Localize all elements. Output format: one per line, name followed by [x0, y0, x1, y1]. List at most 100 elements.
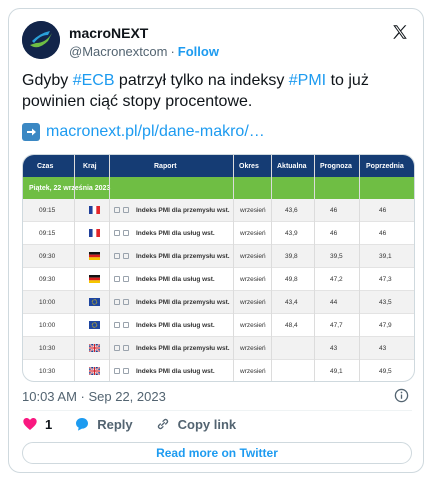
row-forecast: 44	[330, 299, 338, 306]
date-bar: Piątek, 22 września 2023	[23, 177, 414, 199]
author-handle-row: @Macronextcom · Follow	[69, 44, 219, 59]
row-forecast: 43	[330, 345, 338, 352]
link-icon	[157, 418, 168, 430]
row-icons	[114, 253, 129, 259]
col-forecast: Prognoza	[320, 163, 352, 170]
row-actual: 48,4	[285, 322, 298, 329]
table-row: 10:00 Indeks PMI dla przemysłu wst. wrzesi…	[23, 291, 414, 314]
macronext-logo-icon	[22, 21, 60, 59]
row-report: Indeks PMI dla usług wst.	[136, 276, 215, 283]
col-report: Raport	[154, 163, 177, 170]
tweet-text-part2: patrzył tylko na indeksy	[114, 72, 289, 89]
table-row: 09:30 Indeks PMI dla przemysłu wst. wrzesi…	[23, 245, 414, 268]
info-icon[interactable]	[394, 388, 409, 403]
row-forecast: 46	[330, 230, 338, 237]
germany-flag-icon	[89, 275, 100, 283]
row-period: wrzesień	[240, 230, 266, 237]
row-previous: 43,5	[379, 299, 392, 306]
chart-icon	[123, 253, 129, 259]
row-period: wrzesień	[240, 368, 266, 375]
row-previous: 47,3	[379, 276, 392, 283]
row-report: Indeks PMI dla przemysłu wst.	[136, 253, 230, 260]
hashtag-ecb[interactable]: #ECB	[73, 72, 115, 89]
author-name[interactable]: macroNEXT	[69, 25, 148, 41]
divider	[271, 155, 272, 381]
row-actual: 43,6	[285, 207, 298, 214]
separator-dot: ·	[170, 44, 175, 59]
link-row: macronext.pl/pl/dane-makro/…	[22, 123, 265, 141]
follow-button[interactable]: Follow	[178, 44, 219, 59]
hashtag-pmi[interactable]: #PMI	[289, 72, 326, 89]
row-forecast: 46	[330, 207, 338, 214]
row-previous: 39,1	[379, 253, 392, 260]
col-period: Okres	[239, 163, 259, 170]
row-actual: 39,8	[285, 253, 298, 260]
calendar-icon	[114, 276, 120, 282]
row-time: 10:00	[39, 299, 56, 306]
calendar-icon	[114, 253, 120, 259]
row-period: wrzesień	[240, 207, 266, 214]
row-time: 09:30	[39, 276, 56, 283]
row-icons	[114, 368, 129, 374]
reply-button[interactable]: Reply	[74, 416, 133, 432]
row-report: Indeks PMI dla przemysłu wst.	[136, 207, 230, 214]
chart-icon	[123, 207, 129, 213]
row-forecast: 47,2	[330, 276, 343, 283]
row-report: Indeks PMI dla przemysłu wst.	[136, 299, 230, 306]
row-period: wrzesień	[240, 253, 266, 260]
row-icons	[114, 322, 129, 328]
table-image[interactable]: Czas Kraj Raport Okres Aktualna Prognoza…	[22, 154, 415, 382]
row-previous: 46	[379, 207, 387, 214]
tweet-timestamp[interactable]: 10:03 AM · Sep 22, 2023	[22, 389, 166, 404]
row-time: 10:00	[39, 322, 56, 329]
row-time: 09:15	[39, 230, 56, 237]
calendar-icon	[114, 207, 120, 213]
action-bar: 1 Reply Copy link	[22, 414, 258, 434]
row-previous: 49,5	[379, 368, 392, 375]
row-report: Indeks PMI dla przemysłu wst.	[136, 345, 230, 352]
chart-icon	[123, 368, 129, 374]
eu-flag-icon	[89, 321, 100, 329]
tweet-text-part1: Gdyby	[22, 72, 73, 89]
heart-icon	[23, 418, 37, 430]
table-row: 09:15 Indeks PMI dla przemysłu wst. wrzesi…	[23, 199, 414, 222]
avatar[interactable]	[22, 21, 60, 59]
chart-icon	[123, 322, 129, 328]
x-logo-icon[interactable]	[391, 23, 409, 41]
row-icons	[114, 276, 129, 282]
divider	[314, 155, 315, 381]
chart-icon	[123, 276, 129, 282]
tweet-card: macroNEXT @Macronextcom · Follow Gdyby #EC…	[8, 8, 424, 473]
col-previous: Poprzednia	[366, 163, 404, 170]
row-forecast: 39,5	[330, 253, 343, 260]
row-time: 10:30	[39, 368, 56, 375]
reply-bubble-icon	[76, 418, 89, 431]
row-period: wrzesień	[240, 345, 266, 352]
divider	[109, 155, 110, 381]
copy-link-label: Copy link	[177, 416, 237, 432]
row-actual: 43,9	[285, 230, 298, 237]
copy-link-button[interactable]: Copy link	[155, 416, 237, 432]
chart-icon	[123, 230, 129, 236]
row-period: wrzesień	[240, 276, 266, 283]
row-icons	[114, 207, 129, 213]
row-icons	[114, 230, 129, 236]
germany-flag-icon	[89, 252, 100, 260]
reply-label: Reply	[97, 416, 133, 432]
tweet-link[interactable]: macronext.pl/pl/dane-makro/…	[46, 123, 265, 141]
calendar-icon	[114, 368, 120, 374]
author-handle[interactable]: @Macronextcom	[69, 44, 167, 59]
table-row: 10:30 Indeks PMI dla usług wst. wrzesień 49…	[23, 360, 414, 381]
row-previous: 47,9	[379, 322, 392, 329]
row-previous: 43	[379, 345, 387, 352]
row-time: 09:15	[39, 207, 56, 214]
read-more-button[interactable]: Read more on Twitter	[22, 442, 412, 464]
table-row: 09:15 Indeks PMI dla usług wst. wrzesień 43…	[23, 222, 414, 245]
row-time: 10:30	[39, 345, 56, 352]
france-flag-icon	[89, 229, 100, 237]
row-actual: 49,8	[285, 276, 298, 283]
divider	[359, 155, 360, 381]
like-button[interactable]: 1	[22, 416, 52, 432]
chart-icon	[123, 299, 129, 305]
row-period: wrzesień	[240, 299, 266, 306]
